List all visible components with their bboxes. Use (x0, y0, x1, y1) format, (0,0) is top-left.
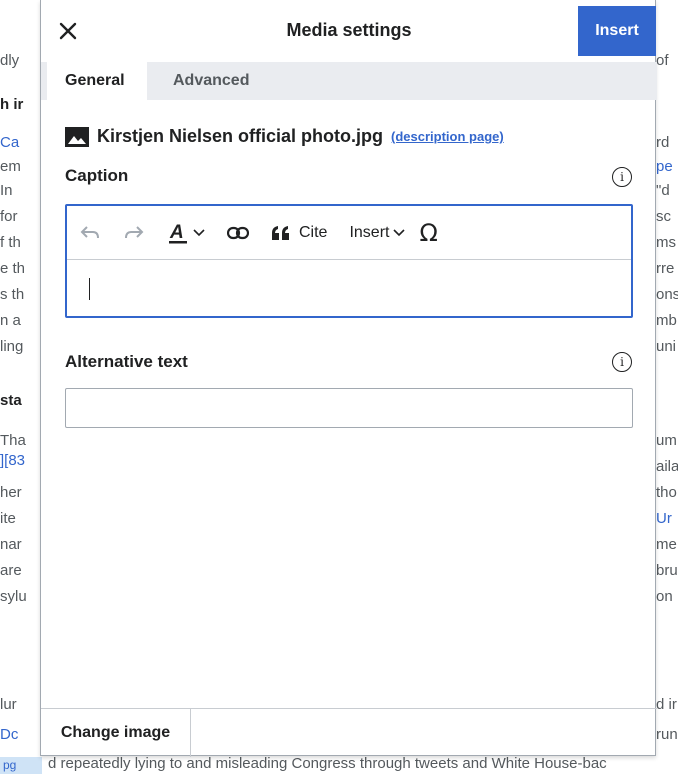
dialog-footer: Change image (41, 708, 657, 757)
background-text-fragment: on (656, 588, 673, 605)
background-text-fragment: n a (0, 312, 21, 329)
background-text-fragment: e th (0, 260, 26, 277)
change-image-button[interactable]: Change image (41, 709, 191, 757)
alt-text-input[interactable] (65, 388, 633, 428)
background-text-fragment: sc (656, 208, 671, 225)
caption-info-icon[interactable]: i (612, 167, 632, 187)
redo-button[interactable] (123, 224, 145, 242)
background-text-fragment: ms (656, 234, 676, 251)
background-text-fragment: for (0, 208, 18, 225)
background-text-fragment: s th (0, 286, 25, 303)
caption-label: Caption (65, 166, 129, 185)
background-text-fragment: run (656, 726, 678, 743)
background-text-fragment: nar (0, 536, 22, 553)
tab-general[interactable]: General (47, 62, 147, 100)
background-text-fragment: In (0, 182, 13, 199)
background-text-fragment: mb (656, 312, 677, 329)
image-icon (65, 126, 89, 147)
undo-button[interactable] (79, 224, 101, 242)
caption-toolbar: A Cite Insert Ω (67, 206, 631, 260)
background-text-fragment: her (0, 484, 22, 501)
background-text-fragment: tho (656, 484, 677, 501)
background-text-fragment: um (656, 432, 677, 449)
background-text-fragment: Ur (656, 510, 672, 527)
file-name: Kirstjen Nielsen official photo.jpg (97, 126, 384, 146)
background-text-fragment: sta (0, 392, 22, 409)
background-text-fragment: rd (656, 134, 670, 151)
tab-bar: General Advanced (41, 62, 657, 100)
background-text-fragment: uni (656, 338, 677, 355)
background-text-fragment: Ca (0, 134, 20, 151)
background-text-fragment: dly (0, 52, 20, 69)
insert-menu-label: Insert (349, 223, 390, 241)
background-text-fragment: of (656, 52, 669, 69)
background-text-fragment: "d (656, 182, 670, 199)
alt-text-info-icon[interactable]: i (612, 352, 632, 372)
media-settings-dialog: Media settings Insert General Advanced K… (40, 0, 657, 757)
background-text-fragment: bru (656, 562, 678, 579)
chevron-down-icon (193, 228, 205, 236)
cite-button[interactable]: Cite (271, 224, 327, 242)
background-text-fragment: Dc (0, 726, 19, 743)
tab-advanced[interactable]: Advanced (155, 62, 267, 100)
insert-button[interactable]: Insert (578, 6, 656, 56)
background-text-fragment: ling (0, 338, 24, 355)
background-text-fragment: Tha (0, 432, 26, 449)
redo-icon (125, 225, 144, 238)
background-article-bottom: d repeatedly lying to and misleading Con… (48, 755, 607, 772)
background-text-fragment: sylu (0, 588, 27, 605)
background-text-fragment: lur (0, 696, 17, 713)
link-icon (227, 226, 249, 239)
dialog-header: Media settings Insert (41, 0, 657, 62)
svg-text:A: A (169, 222, 184, 243)
chevron-down-icon (393, 228, 406, 236)
background-text-fragment: ons (656, 286, 678, 303)
undo-icon (80, 225, 99, 238)
background-text-fragment: aila (656, 458, 678, 475)
background-text-fragment: me (656, 536, 677, 553)
background-text-fragment: f th (0, 234, 21, 251)
background-text-fragment: ite (0, 510, 16, 527)
dialog-title: Media settings (286, 20, 412, 40)
background-text-fragment: pe (656, 158, 673, 175)
alt-text-label: Alternative text (65, 352, 188, 371)
text-style-icon: A (169, 222, 187, 243)
background-text-fragment: h ir (0, 96, 24, 113)
insert-menu-button[interactable]: Insert (349, 223, 406, 242)
background-text-fragment: rre (656, 260, 675, 277)
text-cursor (89, 278, 90, 300)
file-info-row: Kirstjen Nielsen official photo.jpg (des… (65, 126, 504, 147)
background-text-fragment: are (0, 562, 22, 579)
background-text-fragment: em (0, 158, 21, 175)
background-text-fragment: d ir (656, 696, 677, 713)
caption-editor[interactable]: A Cite Insert Ω (65, 204, 633, 318)
description-page-link[interactable]: (description page) (391, 129, 504, 144)
link-button[interactable] (227, 226, 249, 240)
special-character-button[interactable]: Ω (419, 219, 437, 247)
background-text-fragment: ][83 (0, 452, 26, 469)
quote-icon (272, 225, 289, 240)
text-style-button[interactable]: A (167, 221, 205, 245)
omega-icon: Ω (419, 218, 438, 247)
background-file-tag: pg (0, 757, 42, 774)
cite-label: Cite (299, 223, 328, 241)
